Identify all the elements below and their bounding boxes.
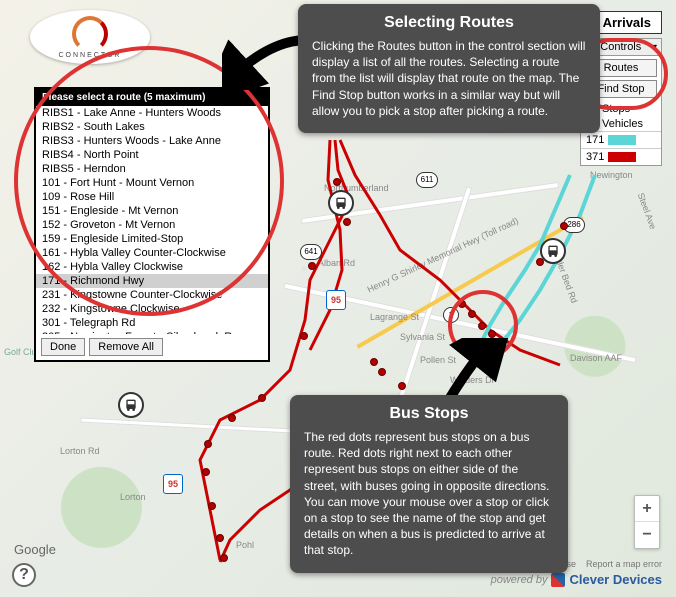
route-shield-1: 1 <box>443 307 459 323</box>
route-legend-number: 371 <box>586 151 604 163</box>
place-label: Lorton <box>120 492 146 502</box>
logo-swirl-icon <box>72 16 108 52</box>
route-list-item[interactable]: 151 - Engleside - Mt Vernon <box>36 204 268 218</box>
road-label: Sylvania St <box>400 332 445 342</box>
bus-stop[interactable] <box>202 468 210 476</box>
place-label: Davison AAF <box>570 353 622 363</box>
logo-text: CONNECTOR <box>59 52 122 59</box>
route-list-item[interactable]: RIBS5 - Herndon <box>36 162 268 176</box>
callout-title: Bus Stops <box>304 405 554 423</box>
bus-stop[interactable] <box>370 358 378 366</box>
zoom-in-button[interactable]: + <box>635 496 659 522</box>
route-legend-row[interactable]: 171 <box>581 131 661 148</box>
connector-logo: CONNECTOR <box>30 10 150 64</box>
vehicles-checkbox-label: Vehicles <box>602 118 643 130</box>
callout-bus-stops: Bus Stops The red dots represent bus sto… <box>290 395 568 573</box>
route-color-swatch <box>608 135 636 145</box>
bus-stop[interactable] <box>204 440 212 448</box>
route-selector-title: Please select a route (5 maximum) <box>36 89 268 106</box>
route-list-item[interactable]: 161 - Hybla Valley Counter-Clockwise <box>36 246 268 260</box>
stops-checkbox-label: Stops <box>602 103 630 115</box>
route-list[interactable]: RIBS1 - Lake Anne - Hunters WoodsRIBS2 -… <box>36 106 268 334</box>
route-legend-row[interactable]: 371 <box>581 148 661 165</box>
route-list-item[interactable]: 232 - Kingstowne Clockwise <box>36 302 268 316</box>
route-list-item[interactable]: RIBS1 - Lake Anne - Hunters Woods <box>36 106 268 120</box>
route-list-item[interactable]: 162 - Hybla Valley Clockwise <box>36 260 268 274</box>
callout-title: Selecting Routes <box>312 14 586 32</box>
chevron-down-icon: ▾ <box>652 42 657 53</box>
zoom-out-button[interactable]: − <box>635 522 659 548</box>
route-list-item[interactable]: 301 - Telegraph Rd <box>36 316 268 330</box>
bus-vehicle-icon[interactable] <box>540 238 566 264</box>
bus-stop[interactable] <box>468 310 476 318</box>
arrivals-button[interactable]: Arrivals <box>592 11 662 34</box>
zoom-control: + − <box>634 495 660 549</box>
bus-vehicle-icon[interactable] <box>118 392 144 418</box>
clever-devices-icon <box>551 573 565 587</box>
powered-name: Clever Devices <box>569 572 662 587</box>
bus-stop[interactable] <box>308 262 316 270</box>
callout-selecting-routes: Selecting Routes Clicking the Routes but… <box>298 4 600 133</box>
route-list-item[interactable]: 109 - Rose Hill <box>36 190 268 204</box>
route-selector-panel: Please select a route (5 maximum) RIBS1 … <box>34 87 270 362</box>
route-list-item[interactable]: 171 - Richmond Hwy <box>36 274 268 288</box>
bus-stop[interactable] <box>488 330 496 338</box>
route-list-item[interactable]: 152 - Groveton - Mt Vernon <box>36 218 268 232</box>
bus-stop[interactable] <box>333 178 341 186</box>
bus-stop[interactable] <box>478 322 486 330</box>
route-legend-number: 171 <box>586 134 604 146</box>
route-shield-611: 611 <box>416 172 438 188</box>
place-label: Newington <box>590 170 633 180</box>
callout-body: Clicking the Routes button in the contro… <box>312 38 586 119</box>
bus-stop[interactable] <box>300 332 308 340</box>
help-button[interactable]: ? <box>12 563 36 587</box>
route-shield-i95: 95 <box>326 290 346 310</box>
route-shield-641: 641 <box>300 244 322 260</box>
route-list-item[interactable]: 159 - Engleside Limited-Stop <box>36 232 268 246</box>
bus-stop[interactable] <box>560 222 568 230</box>
done-button[interactable]: Done <box>41 338 85 356</box>
road-label: Lorton Rd <box>60 446 100 456</box>
route-list-item[interactable]: RIBS2 - South Lakes <box>36 120 268 134</box>
route-list-item[interactable]: RIBS4 - North Point <box>36 148 268 162</box>
bus-vehicle-icon[interactable] <box>328 190 354 216</box>
route-shield-i95: 95 <box>163 474 183 494</box>
report-error-link[interactable]: Report a map error <box>586 559 662 569</box>
bus-stop[interactable] <box>378 368 386 376</box>
bus-stop[interactable] <box>398 382 406 390</box>
route-color-swatch <box>608 152 636 162</box>
route-list-item[interactable]: RIBS3 - Hunters Woods - Lake Anne <box>36 134 268 148</box>
bus-stop[interactable] <box>228 414 236 422</box>
callout-body: The red dots represent bus stops on a bu… <box>304 429 554 559</box>
bus-stop[interactable] <box>208 502 216 510</box>
route-list-item[interactable]: 101 - Fort Hunt - Mount Vernon <box>36 176 268 190</box>
road-label: Alban Rd <box>318 258 355 268</box>
remove-all-button[interactable]: Remove All <box>89 338 163 356</box>
powered-pre: powered by <box>491 574 548 586</box>
google-logo: Google <box>14 542 56 557</box>
bus-stop[interactable] <box>458 300 466 308</box>
bus-stop[interactable] <box>216 534 224 542</box>
place-label: Pohl <box>236 540 254 550</box>
road-label: Lagrange St <box>370 312 419 322</box>
route-list-item[interactable]: 231 - Kingstowne Counter-Clockwise <box>36 288 268 302</box>
bus-stop[interactable] <box>343 218 351 226</box>
bus-stop[interactable] <box>220 554 228 562</box>
bus-stop[interactable] <box>258 394 266 402</box>
powered-by: powered by Clever Devices <box>491 572 662 587</box>
